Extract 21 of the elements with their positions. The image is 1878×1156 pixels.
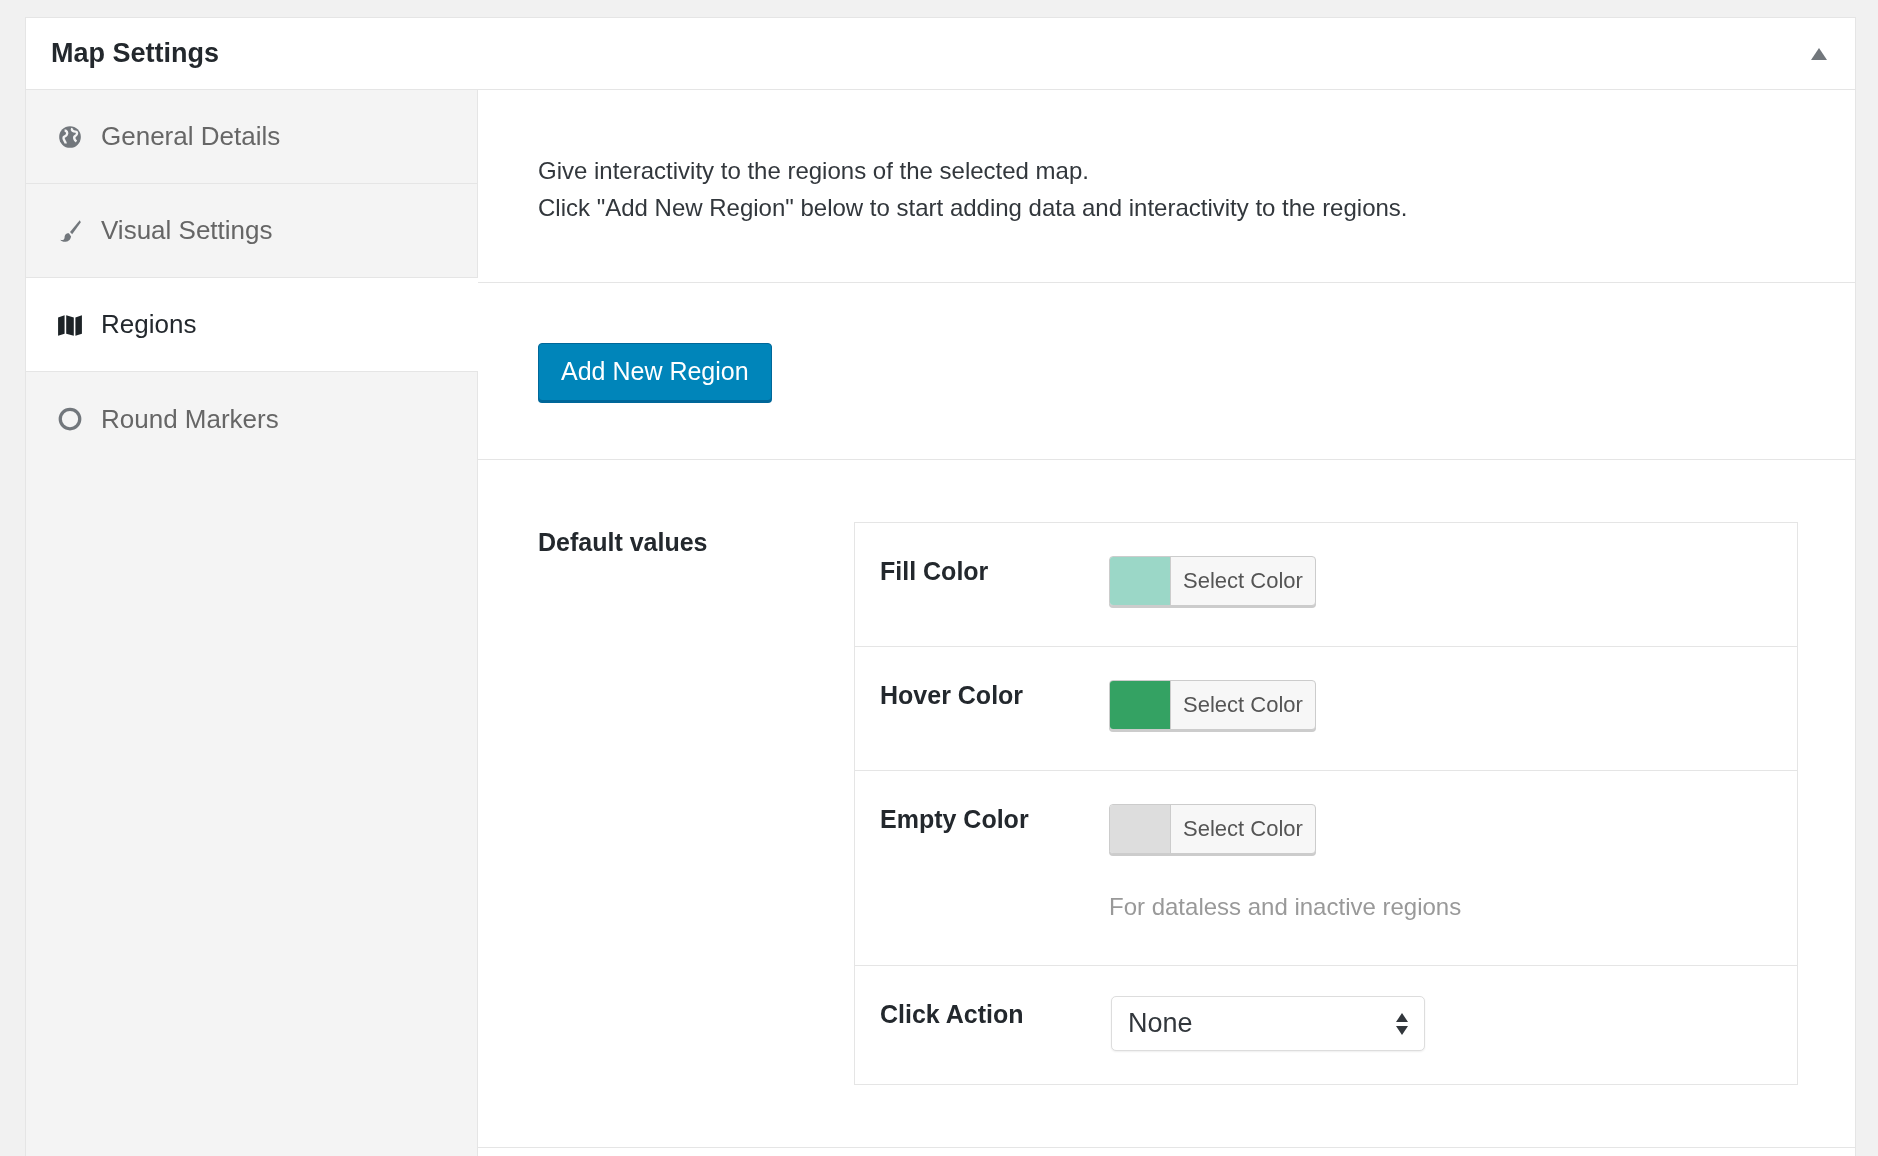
collapse-arrow-icon[interactable] bbox=[1811, 47, 1827, 60]
sidebar-tab[interactable]: General Details bbox=[26, 90, 477, 184]
sidebar-tab[interactable]: Regions bbox=[26, 278, 478, 372]
sidebar-tab[interactable]: Round Markers bbox=[26, 372, 477, 466]
panel-title: Map Settings bbox=[51, 37, 219, 71]
color-picker-button[interactable]: Select Color bbox=[1109, 804, 1316, 854]
field-label: Empty Color bbox=[880, 804, 1030, 835]
color-picker-button[interactable]: Select Color bbox=[1109, 680, 1316, 730]
field-label: Fill Color bbox=[880, 556, 990, 587]
click-action-select[interactable]: None bbox=[1111, 996, 1425, 1051]
section-label: Default values bbox=[538, 527, 709, 558]
circle-icon bbox=[57, 406, 83, 432]
intro-text: Click "Add New Region" below to start adding data and interactivity to the regions. bbox=[538, 193, 1409, 223]
field-label: Click Action bbox=[880, 999, 1025, 1030]
globe-icon bbox=[57, 123, 83, 150]
up-down-arrows-icon bbox=[1396, 1011, 1408, 1036]
intro-text: Give interactivity to the regions of the selected map. bbox=[538, 156, 1090, 186]
field-label: Hover Color bbox=[880, 680, 1025, 711]
add-region-button[interactable]: Add New Region bbox=[538, 343, 772, 401]
hint-text: For dataless and inactive regions bbox=[1109, 892, 1462, 922]
color-picker-button[interactable]: Select Color bbox=[1109, 556, 1316, 606]
